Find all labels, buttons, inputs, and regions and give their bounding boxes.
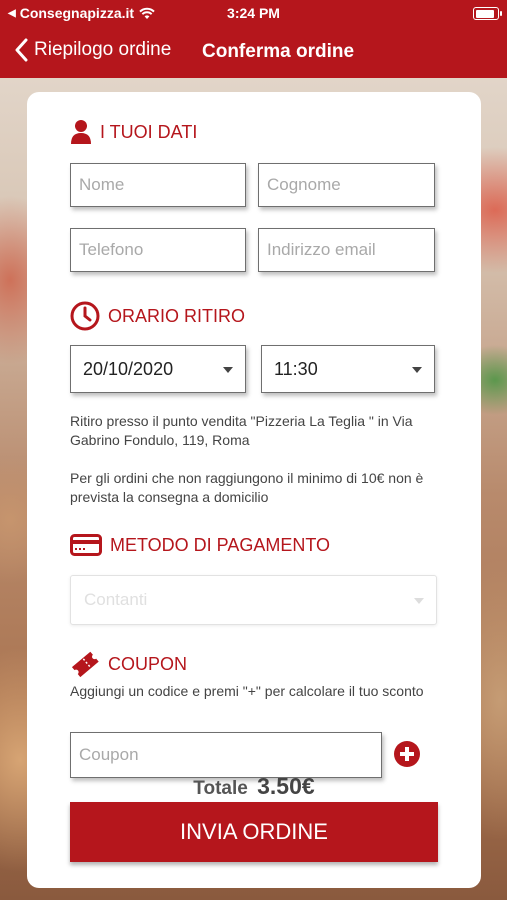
ticket-icon — [71, 651, 99, 678]
chevron-down-icon — [412, 367, 422, 373]
user-icon — [71, 120, 91, 144]
status-bar: ◀ Consegnapizza.it 3:24 PM — [0, 0, 507, 28]
total-amount: 3.50€ — [257, 773, 315, 799]
cognome-input[interactable] — [258, 163, 435, 207]
section-orario-title: ORARIO RITIRO — [108, 305, 246, 326]
page-title: Conferma ordine — [202, 41, 355, 62]
total-label: Totale — [193, 778, 248, 799]
min-order-info: Per gli ordini che non raggiungono il mi… — [70, 470, 424, 505]
nome-input[interactable] — [70, 163, 246, 207]
coupon-input[interactable] — [70, 732, 382, 778]
section-coupon-heading: COUPON — [70, 650, 187, 678]
back-label: Riepilogo ordine — [34, 39, 172, 60]
submit-order-button[interactable]: INVIA ORDINE — [70, 802, 438, 862]
nav-bar: Riepilogo ordine Conferma ordine — [0, 28, 507, 78]
time-select[interactable]: 11:30 — [261, 345, 435, 393]
section-pagamento-title: METODO DI PAGAMENTO — [110, 534, 331, 555]
plus-circle-icon[interactable] — [394, 741, 420, 767]
chevron-down-icon — [223, 367, 233, 373]
date-value: 20/10/2020 — [83, 358, 174, 379]
date-select[interactable]: 20/10/2020 — [70, 345, 246, 393]
coupon-help: Aggiungi un codice e premi "+" per calco… — [70, 683, 424, 699]
pickup-info: Ritiro presso il punto vendita "Pizzeria… — [70, 413, 413, 448]
back-arrow-icon — [15, 38, 28, 62]
credit-card-icon — [70, 534, 102, 556]
section-dati-heading: I TUOI DATI — [70, 119, 197, 145]
telefono-input[interactable] — [70, 228, 246, 272]
section-orario-heading: ORARIO RITIRO — [70, 301, 245, 331]
email-input[interactable] — [258, 228, 435, 272]
time-value: 11:30 — [274, 358, 318, 379]
payment-method-value: Contanti — [84, 590, 148, 609]
section-pagamento-heading: METODO DI PAGAMENTO — [70, 534, 330, 556]
total-row: Totale 3.50€ — [27, 773, 481, 800]
clock-icon — [70, 301, 100, 331]
order-form-card: I TUOI DATI ORARIO RITIRO 20/10/2020 11:… — [27, 92, 481, 888]
payment-method-select[interactable]: Contanti — [70, 575, 437, 625]
status-time: 3:24 PM — [227, 5, 280, 21]
chevron-down-icon — [414, 598, 424, 604]
back-button[interactable]: Riepilogo ordine — [14, 38, 171, 62]
section-coupon-title: COUPON — [108, 653, 188, 674]
battery-icon — [473, 7, 502, 20]
section-dati-title: I TUOI DATI — [100, 121, 198, 142]
